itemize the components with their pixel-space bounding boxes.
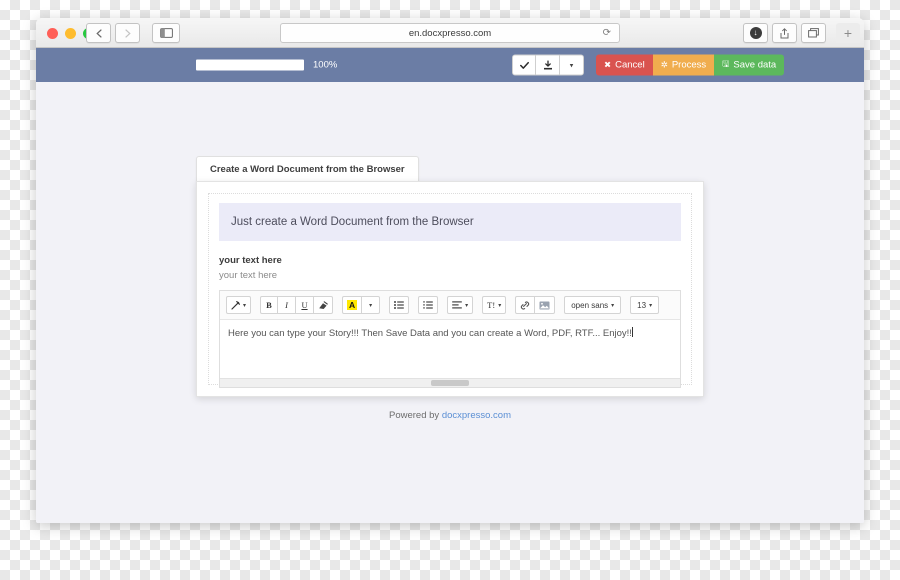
form-card-inner: Just create a Word Document from the Bro… — [208, 193, 692, 388]
form-banner: Just create a Word Document from the Bro… — [219, 203, 681, 241]
back-button[interactable] — [86, 23, 111, 43]
browser-window: en.docxpresso.com ⟳ ↓ + 100% ▾ ✖ Cancel … — [36, 18, 864, 523]
text-highlight-button[interactable]: A — [342, 296, 363, 314]
numbered-list-group — [418, 296, 439, 314]
save-data-button[interactable]: 🖫 Save data — [714, 54, 785, 76]
app-toolbar: 100% ▾ ✖ Cancel ✲ Process 🖫 Save data — [36, 48, 864, 82]
save-data-button-label: Save data — [733, 59, 777, 71]
browser-actions: ↓ — [743, 23, 826, 43]
downloads-button[interactable]: ↓ — [743, 23, 768, 43]
list-group — [389, 296, 410, 314]
show-tabs-button[interactable] — [801, 23, 826, 43]
style-dropdown-button[interactable]: ▾ — [226, 296, 252, 314]
field-description: your text here — [219, 270, 278, 281]
action-buttons-group: ✖ Cancel ✲ Process 🖫 Save data — [596, 54, 785, 76]
align-dropdown-button[interactable]: ▾ — [447, 296, 474, 314]
align-group: ▾ — [447, 296, 474, 314]
process-button-label: Process — [671, 59, 707, 71]
progress-bar-fill — [198, 61, 302, 69]
download-options-button[interactable]: ▾ — [560, 54, 584, 76]
page-footer: Powered by docxpresso.com — [36, 410, 864, 421]
confirm-download-group: ▾ — [512, 54, 584, 76]
share-button[interactable] — [772, 23, 797, 43]
progress-indicator: 100% — [196, 59, 338, 71]
address-bar-url: en.docxpresso.com — [408, 27, 492, 39]
gear-icon: ✲ — [660, 59, 668, 70]
footer-prefix: Powered by — [389, 410, 442, 421]
progress-bar — [196, 59, 304, 71]
downloads-icon: ↓ — [749, 27, 762, 39]
highlight-a-icon: A — [347, 300, 358, 310]
cancel-button[interactable]: ✖ Cancel — [596, 54, 653, 76]
text-cursor — [631, 327, 633, 337]
download-button[interactable] — [536, 54, 560, 76]
chevron-down-icon: ▾ — [498, 302, 502, 309]
text-format-group: B I U — [260, 296, 334, 314]
underline-button[interactable]: U — [296, 296, 315, 314]
insert-image-button[interactable] — [535, 296, 556, 314]
insert-group — [515, 296, 556, 314]
rich-text-editor: ▾ B I U A ▾ ▾ T! ▾ open sans ▾ 13 ▾ Here… — [219, 290, 681, 388]
confirm-button[interactable] — [512, 54, 536, 76]
font-family-value: open sans — [571, 300, 609, 310]
sidebar-toggle-button[interactable] — [152, 23, 180, 43]
editor-toolbar: ▾ B I U A ▾ ▾ T! ▾ open sans ▾ 13 ▾ — [220, 291, 680, 320]
bullet-list-button[interactable] — [389, 296, 410, 314]
editor-content-text: Here you can type your Story!!! Then Sav… — [228, 328, 632, 339]
chevron-down-icon: ▾ — [611, 302, 615, 309]
scrollbar-thumb[interactable] — [431, 380, 469, 386]
clear-format-button[interactable] — [314, 296, 334, 314]
process-button[interactable]: ✲ Process — [652, 54, 715, 76]
font-size-value: 13 — [637, 300, 647, 310]
form-banner-title: Just create a Word Document from the Bro… — [231, 216, 474, 228]
form-card: Just create a Word Document from the Bro… — [196, 181, 704, 397]
bold-button[interactable]: B — [260, 296, 279, 314]
font-family-dropdown[interactable]: open sans ▾ — [564, 296, 622, 314]
highlight-color-dropdown[interactable]: ▾ — [362, 296, 381, 314]
navigation-controls — [86, 23, 180, 43]
chevron-down-icon: ▾ — [569, 62, 574, 69]
progress-label: 100% — [313, 59, 338, 71]
minimize-window-button[interactable] — [65, 28, 76, 39]
table-group: T! ▾ — [482, 296, 507, 314]
chevron-down-icon: ▾ — [369, 302, 373, 309]
font-size-group: 13 ▾ — [630, 296, 660, 314]
numbered-list-button[interactable] — [418, 296, 439, 314]
address-bar[interactable]: en.docxpresso.com ⟳ — [280, 23, 620, 43]
field-label: your text here — [219, 255, 282, 266]
table-dropdown-button[interactable]: T! ▾ — [482, 296, 507, 314]
editor-content-area[interactable]: Here you can type your Story!!! Then Sav… — [220, 320, 680, 378]
close-window-button[interactable] — [47, 28, 58, 39]
tab-create-word-document[interactable]: Create a Word Document from the Browser — [196, 156, 419, 184]
close-icon: ✖ — [604, 59, 612, 70]
cancel-button-label: Cancel — [615, 59, 645, 71]
style-group: ▾ — [226, 296, 252, 314]
chevron-down-icon: ▾ — [465, 302, 469, 309]
toolbar-buttons: ▾ ✖ Cancel ✲ Process 🖫 Save data — [512, 54, 785, 76]
browser-titlebar: en.docxpresso.com ⟳ ↓ + — [36, 18, 864, 48]
new-tab-button[interactable]: + — [836, 23, 860, 43]
highlight-group: A ▾ — [342, 296, 381, 314]
tab-label: Create a Word Document from the Browser — [210, 164, 405, 175]
reload-icon[interactable]: ⟳ — [603, 28, 611, 39]
font-family-group: open sans ▾ — [564, 296, 622, 314]
table-label: T! — [487, 300, 496, 310]
editor-horizontal-scrollbar[interactable] — [220, 378, 680, 387]
chevron-down-icon: ▾ — [649, 302, 653, 309]
footer-link[interactable]: docxpresso.com — [442, 410, 511, 421]
page-content: Create a Word Document from the Browser … — [36, 82, 864, 523]
forward-button[interactable] — [115, 23, 140, 43]
chevron-down-icon: ▾ — [243, 302, 247, 309]
insert-link-button[interactable] — [515, 296, 536, 314]
italic-button[interactable]: I — [278, 296, 297, 314]
floppy-disk-icon: 🖫 — [722, 58, 730, 68]
font-size-dropdown[interactable]: 13 ▾ — [630, 296, 660, 314]
